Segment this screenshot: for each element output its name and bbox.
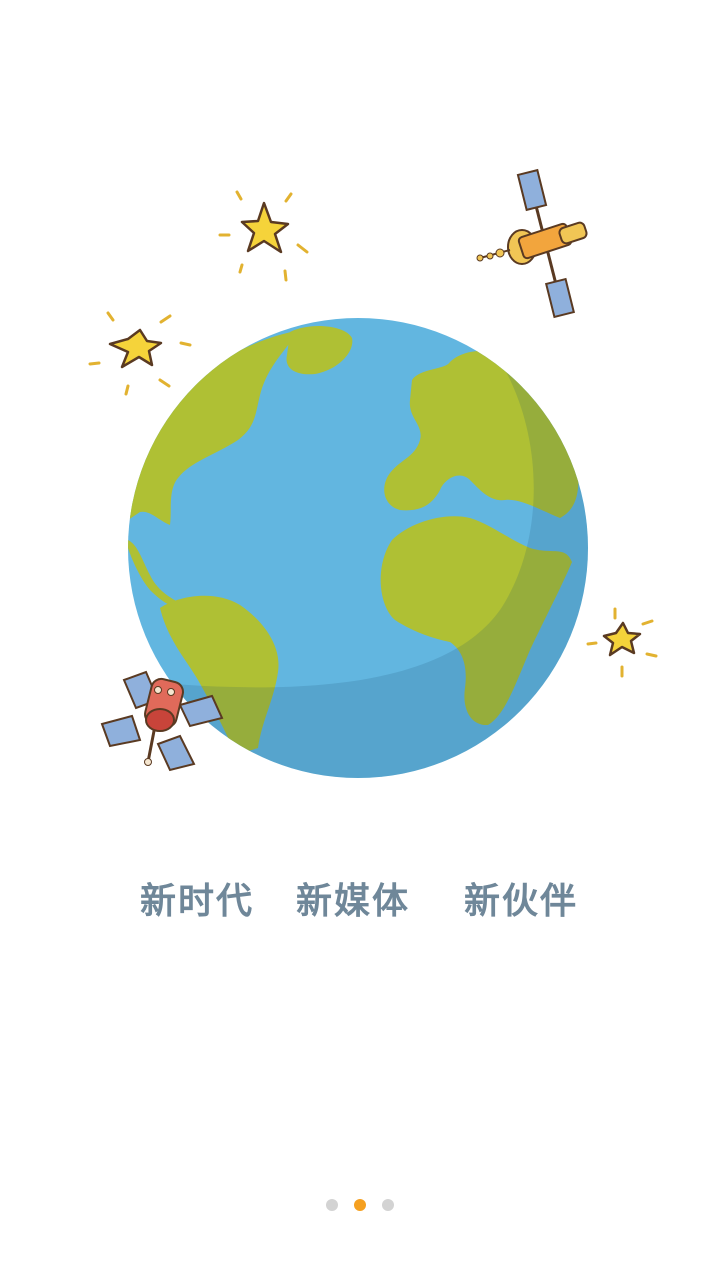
onboarding-illustration: [88, 168, 658, 778]
star-icon: [586, 607, 658, 678]
star-icon: [218, 190, 309, 282]
slogan-new-partner: 新伙伴: [464, 880, 579, 922]
slogan-new-era: 新时代: [140, 880, 255, 922]
star-icon: [88, 311, 192, 396]
slogan-row: 新时代 新媒体 新伙伴: [0, 872, 720, 932]
page-dot-1[interactable]: [326, 1199, 338, 1211]
globe-icon: [128, 318, 588, 778]
satellite-icon: [476, 168, 588, 319]
page-dot-2[interactable]: [354, 1199, 366, 1211]
page-indicator: [0, 1199, 720, 1213]
slogan-new-media: 新媒体: [296, 880, 411, 922]
page-dot-3[interactable]: [382, 1199, 394, 1211]
